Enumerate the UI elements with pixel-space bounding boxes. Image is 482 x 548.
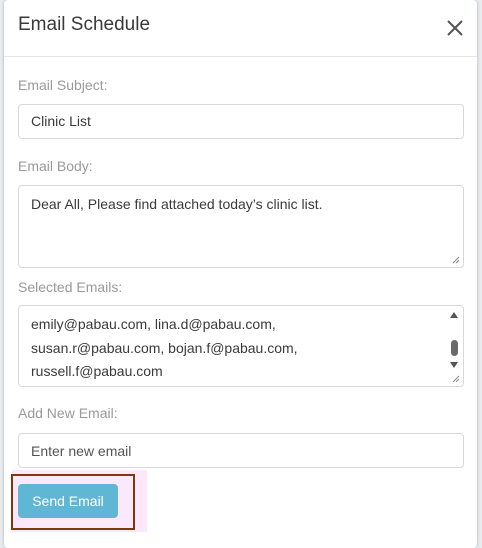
scrollbar[interactable] (447, 308, 461, 372)
email-subject-input[interactable]: Clinic List (18, 104, 464, 139)
new-email-input[interactable] (18, 433, 464, 468)
scroll-up-arrow-icon[interactable] (450, 312, 458, 318)
send-email-button[interactable]: Send Email (18, 484, 118, 518)
resize-handle-icon[interactable] (452, 375, 460, 383)
selected-emails-textarea[interactable]: emily@pabau.com, lina.d@pabau.com, susan… (18, 305, 464, 387)
scroll-thumb[interactable] (451, 340, 458, 356)
email-body-label: Email Body: (18, 158, 93, 174)
modal-title: Email Schedule (18, 14, 151, 35)
email-list-line: russell.f@pabau.com (31, 363, 163, 379)
resize-handle-icon[interactable] (452, 256, 460, 264)
email-subject-label: Email Subject: (18, 77, 108, 93)
email-list-line: susan.r@pabau.com, bojan.f@pabau.com, (31, 340, 298, 356)
email-list-line: emily@pabau.com, lina.d@pabau.com, (31, 316, 276, 332)
close-icon[interactable] (443, 16, 467, 40)
modal-header: Email Schedule (4, 0, 477, 57)
scroll-down-arrow-icon[interactable] (450, 362, 458, 368)
email-schedule-modal: Email Schedule Email Subject: Clinic Lis… (4, 0, 477, 548)
email-body-textarea[interactable]: Dear All, Please find attached today’s c… (18, 185, 464, 268)
email-body-value: Dear All, Please find attached today’s c… (31, 196, 323, 212)
email-subject-value: Clinic List (31, 113, 91, 129)
selected-emails-label: Selected Emails: (18, 279, 123, 295)
add-new-email-label: Add New Email: (18, 405, 118, 421)
